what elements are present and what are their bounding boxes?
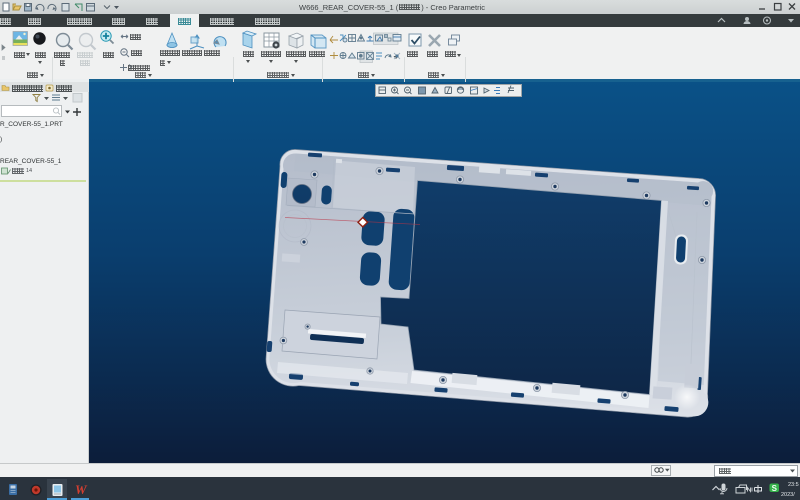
svg-text:S: S — [772, 484, 778, 493]
svg-text:W: W — [75, 482, 88, 497]
